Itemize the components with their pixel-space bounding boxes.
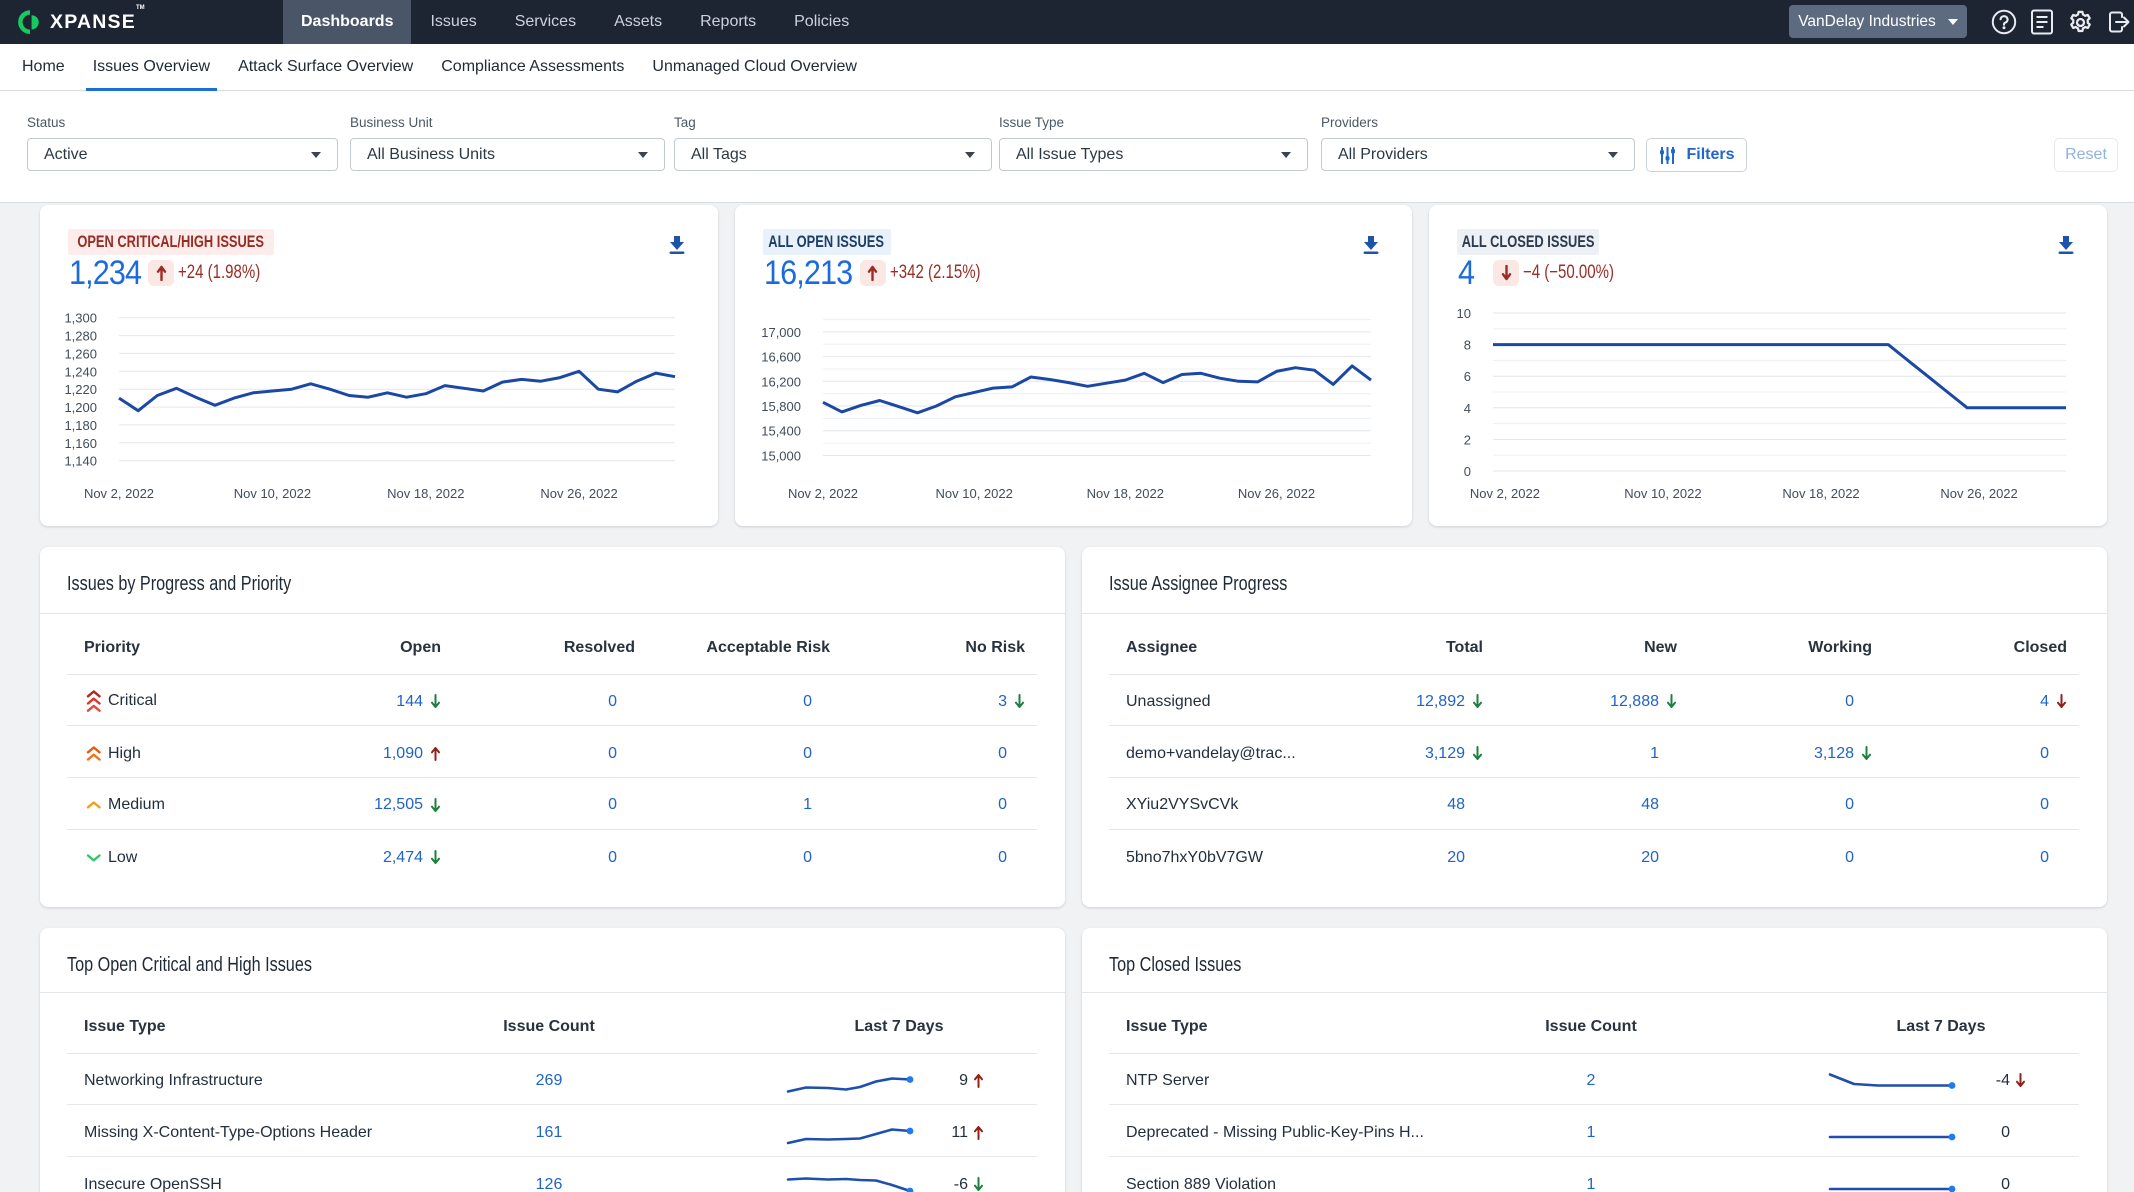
svg-text:1,240: 1,240 — [64, 364, 97, 379]
svg-text:6: 6 — [1464, 369, 1471, 384]
svg-text:1,160: 1,160 — [64, 436, 97, 451]
svg-text:1,260: 1,260 — [64, 346, 97, 361]
svg-text:1,280: 1,280 — [64, 329, 97, 344]
svg-text:0: 0 — [1464, 464, 1471, 479]
svg-text:17,000: 17,000 — [761, 325, 801, 340]
svg-text:2: 2 — [1464, 432, 1471, 447]
svg-text:Nov 10, 2022: Nov 10, 2022 — [234, 486, 311, 501]
svg-text:15,000: 15,000 — [761, 448, 801, 463]
svg-text:Nov 10, 2022: Nov 10, 2022 — [1624, 486, 1701, 501]
svg-text:Nov 26, 2022: Nov 26, 2022 — [540, 486, 617, 501]
svg-text:10: 10 — [1457, 306, 1471, 321]
svg-text:Nov 26, 2022: Nov 26, 2022 — [1237, 486, 1314, 501]
svg-text:1,300: 1,300 — [64, 311, 97, 326]
svg-text:4: 4 — [1464, 401, 1471, 416]
svg-text:Nov 2, 2022: Nov 2, 2022 — [788, 486, 858, 501]
svg-text:Nov 2, 2022: Nov 2, 2022 — [84, 486, 154, 501]
svg-text:Nov 2, 2022: Nov 2, 2022 — [1470, 486, 1540, 501]
svg-text:15,400: 15,400 — [761, 424, 801, 439]
svg-text:16,600: 16,600 — [761, 350, 801, 365]
svg-text:Nov 18, 2022: Nov 18, 2022 — [1086, 486, 1163, 501]
svg-text:15,800: 15,800 — [761, 399, 801, 414]
svg-text:Nov 18, 2022: Nov 18, 2022 — [1783, 486, 1860, 501]
svg-text:16,200: 16,200 — [761, 374, 801, 389]
svg-text:1,220: 1,220 — [64, 382, 97, 397]
svg-text:1,140: 1,140 — [64, 454, 97, 469]
svg-text:1,180: 1,180 — [64, 418, 97, 433]
svg-text:Nov 10, 2022: Nov 10, 2022 — [935, 486, 1012, 501]
svg-text:Nov 26, 2022: Nov 26, 2022 — [1941, 486, 2018, 501]
svg-text:8: 8 — [1464, 338, 1471, 353]
svg-text:1,200: 1,200 — [64, 400, 97, 415]
svg-text:Nov 18, 2022: Nov 18, 2022 — [387, 486, 464, 501]
